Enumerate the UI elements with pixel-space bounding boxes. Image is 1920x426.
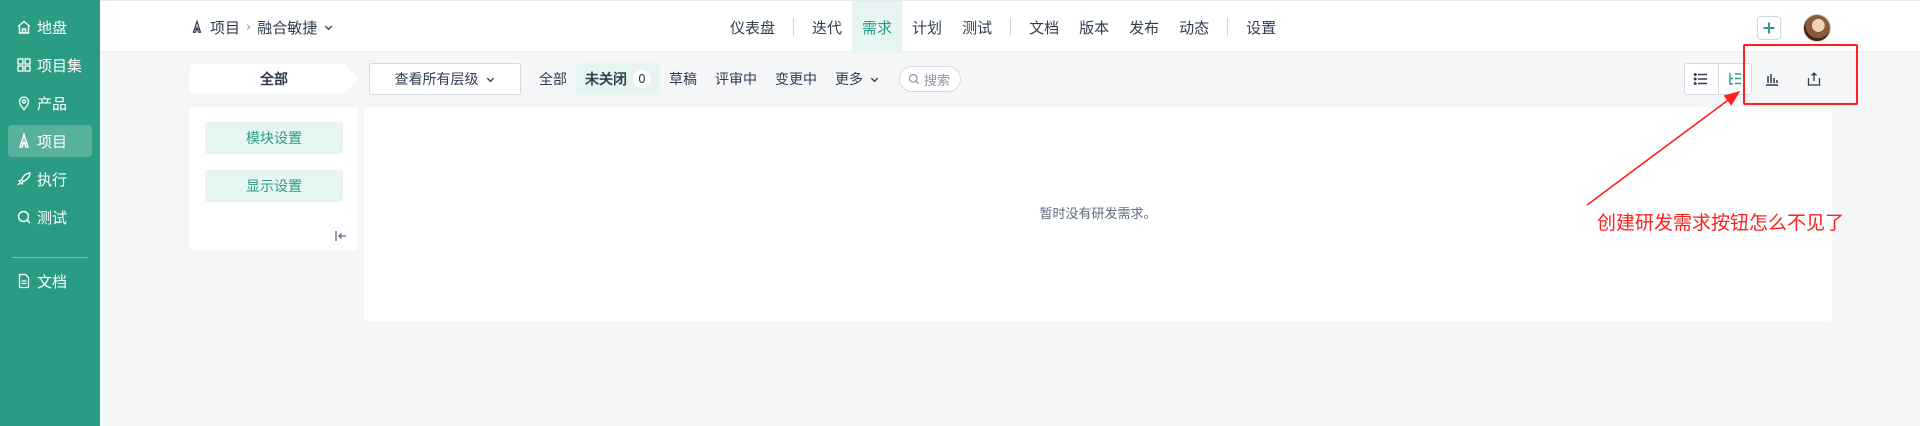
annotation-highlight-box: [1743, 44, 1858, 105]
annotation-text: 创建研发需求按钮怎么不见了: [1597, 212, 1845, 234]
sidebar-item-label: 产品: [37, 94, 68, 113]
home-icon: [17, 20, 31, 34]
module-all-tab[interactable]: 全部: [190, 64, 358, 94]
filter-draft[interactable]: 草稿: [660, 63, 706, 95]
tab-story[interactable]: 需求: [852, 1, 903, 53]
sidebar-item-doc[interactable]: 文档: [8, 265, 92, 297]
list-icon: [1694, 73, 1708, 85]
collapse-icon[interactable]: [333, 228, 349, 244]
filter-label: 全部: [539, 72, 567, 88]
level-select[interactable]: 查看所有层级: [369, 63, 521, 95]
module-settings-button[interactable]: 模块设置: [205, 122, 343, 154]
filter-reviewing[interactable]: 评审中: [706, 63, 766, 95]
nav-divider: [793, 18, 795, 36]
location-pin-icon: [18, 96, 30, 111]
tab-build[interactable]: 版本: [1069, 1, 1119, 53]
tab-release[interactable]: 发布: [1119, 1, 1169, 53]
sidebar-item-product[interactable]: 产品: [8, 87, 92, 119]
breadcrumb: 项目 › 融合敏捷: [190, 1, 334, 53]
filter-label: 草稿: [669, 72, 697, 88]
sidebar-item-home[interactable]: 地盘: [8, 11, 92, 43]
chevron-down-icon: [870, 77, 879, 82]
filter-label: 未关闭: [585, 72, 627, 88]
chevron-right-icon: ›: [246, 19, 252, 35]
avatar[interactable]: [1803, 14, 1831, 42]
sidebar-item-label: 项目集: [37, 56, 83, 75]
filter-unclosed[interactable]: 未关闭 0: [576, 63, 660, 95]
tab-settings[interactable]: 设置: [1236, 1, 1286, 53]
module-panel: 模块设置 显示设置: [190, 107, 358, 250]
sidebar-item-test[interactable]: 测试: [8, 201, 92, 233]
grid-icon: [17, 58, 31, 72]
search-icon: [908, 73, 920, 85]
document-icon: [18, 273, 30, 289]
main-nav: 仪表盘 迭代 需求 计划 测试 文档 版本 发布 动态 设置: [720, 1, 1286, 53]
filter-bar: 全部 未关闭 0 草稿 评审中 变更中 更多 搜索: [530, 63, 961, 95]
sidebar-item-label: 地盘: [37, 18, 68, 37]
tab-doc[interactable]: 文档: [1019, 1, 1069, 53]
display-settings-button[interactable]: 显示设置: [205, 170, 343, 202]
breadcrumb-current[interactable]: 融合敏捷: [257, 17, 317, 38]
filter-more[interactable]: 更多: [826, 63, 889, 95]
chevron-down-icon[interactable]: [323, 22, 334, 33]
tab-plan[interactable]: 计划: [902, 1, 952, 53]
breadcrumb-root[interactable]: 项目: [210, 17, 240, 38]
search-icon: [17, 210, 31, 224]
tab-dynamic[interactable]: 动态: [1169, 1, 1219, 53]
sidebar: 地盘 项目集 产品 项目 执行 测试 文档: [0, 0, 100, 426]
filter-label: 更多: [835, 72, 863, 88]
sidebar-item-program[interactable]: 项目集: [8, 49, 92, 81]
view-switcher: [1684, 63, 1752, 95]
rocket-launch-icon: [17, 172, 31, 186]
level-select-label: 查看所有层级: [394, 72, 479, 88]
top-header: 项目 › 融合敏捷 仪表盘 迭代 需求 计划 测试 文档 版本 发布 动态 设置: [100, 0, 1920, 53]
nav-divider: [1010, 18, 1012, 36]
search-placeholder: 搜索: [924, 73, 951, 89]
filter-changing[interactable]: 变更中: [766, 63, 826, 95]
sidebar-divider: [12, 257, 88, 258]
tab-iteration[interactable]: 迭代: [802, 1, 852, 53]
sidebar-item-label: 项目: [37, 132, 68, 151]
search-input[interactable]: 搜索: [899, 66, 961, 92]
filter-label: 变更中: [775, 72, 817, 88]
tree-icon: [1729, 73, 1741, 85]
chevron-down-icon: [486, 77, 494, 82]
sidebar-item-label: 文档: [37, 272, 68, 291]
filter-all[interactable]: 全部: [530, 63, 576, 95]
sidebar-item-project[interactable]: 项目: [8, 125, 92, 157]
rocket-icon: [19, 133, 29, 148]
sidebar-item-label: 测试: [37, 208, 68, 227]
plus-icon: [1763, 22, 1775, 34]
filter-label: 评审中: [715, 72, 757, 88]
tab-test[interactable]: 测试: [952, 1, 1002, 53]
nav-divider: [1227, 18, 1229, 36]
list-view-button[interactable]: [1685, 64, 1718, 94]
sidebar-item-label: 执行: [37, 170, 68, 189]
rocket-icon: [192, 20, 202, 33]
sidebar-item-execution[interactable]: 执行: [8, 163, 92, 195]
tab-dashboard[interactable]: 仪表盘: [720, 1, 785, 53]
add-button[interactable]: [1757, 16, 1781, 40]
count-badge: 0: [633, 70, 651, 88]
